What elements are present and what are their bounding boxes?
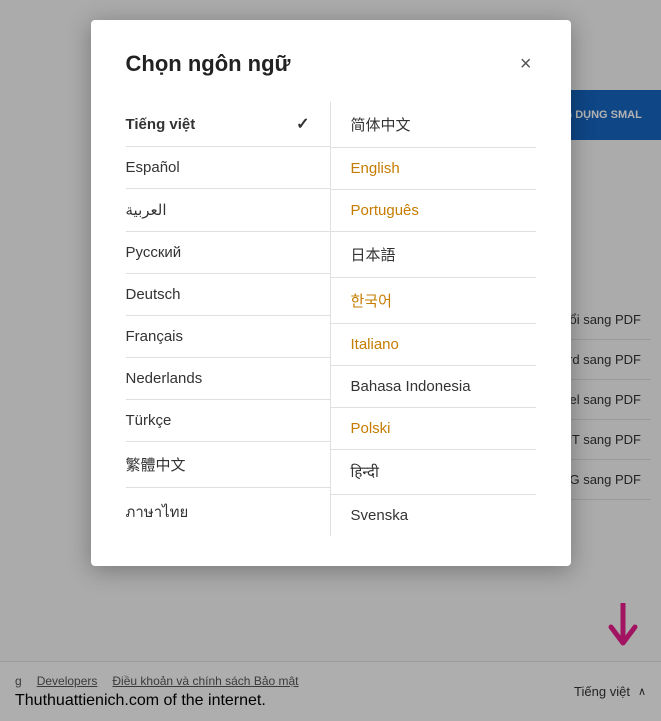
lang-label-deutsch: Deutsch [126, 286, 181, 303]
lang-simplified-chinese[interactable]: 简体中文 [331, 102, 536, 148]
lang-italiano[interactable]: Italiano [331, 324, 536, 366]
lang-label-nederlands: Nederlands [126, 370, 203, 387]
lang-label-korean: 한국어 [351, 290, 392, 311]
modal-title: Chọn ngôn ngữ [126, 51, 291, 77]
lang-label-francais: Français [126, 328, 184, 345]
right-column: 简体中文 English Português 日本語 한국어 Italiano … [331, 102, 536, 536]
check-icon: ✓ [296, 114, 309, 134]
lang-traditional-chinese[interactable]: 繁體中文 [126, 442, 331, 488]
lang-nederlands[interactable]: Nederlands [126, 358, 331, 400]
lang-label-japanese: 日本語 [351, 244, 396, 265]
lang-label-hindi: हिन्दी [351, 462, 379, 482]
lang-label-simplified-chinese: 简体中文 [351, 114, 411, 135]
lang-label-arabic: العربية [126, 201, 167, 219]
lang-japanese[interactable]: 日本語 [331, 232, 536, 278]
lang-svenska[interactable]: Svenska [331, 495, 536, 536]
lang-label-bahasa-indonesia: Bahasa Indonesia [351, 378, 471, 395]
lang-label-polski: Polski [351, 420, 391, 437]
lang-russian[interactable]: Русский [126, 232, 331, 274]
close-button[interactable]: × [516, 50, 536, 78]
lang-label-turkce: Türkçe [126, 412, 172, 429]
lang-arabic[interactable]: العربية [126, 189, 331, 232]
left-column: Tiếng việt ✓ Español العربية Русский Deu… [126, 102, 331, 536]
lang-hindi[interactable]: हिन्दी [331, 450, 536, 495]
lang-polski[interactable]: Polski [331, 408, 536, 450]
lang-label-thai: ภาษาไทย [126, 500, 189, 524]
lang-espanol[interactable]: Español [126, 147, 331, 189]
lang-bahasa-indonesia[interactable]: Bahasa Indonesia [331, 366, 536, 408]
lang-tieng-viet[interactable]: Tiếng việt ✓ [126, 102, 331, 147]
lang-deutsch[interactable]: Deutsch [126, 274, 331, 316]
lang-korean[interactable]: 한국어 [331, 278, 536, 324]
lang-label-italiano: Italiano [351, 336, 399, 353]
lang-label-svenska: Svenska [351, 507, 409, 524]
lang-portuguese[interactable]: Português [331, 190, 536, 232]
lang-label-russian: Русский [126, 244, 182, 261]
language-modal: Chọn ngôn ngữ × Tiếng việt ✓ Español الع… [91, 20, 571, 566]
lang-turkce[interactable]: Türkçe [126, 400, 331, 442]
lang-english[interactable]: English [331, 148, 536, 190]
lang-label-traditional-chinese: 繁體中文 [126, 454, 186, 475]
lang-label-tieng-viet: Tiếng việt [126, 116, 196, 133]
lang-thai[interactable]: ภาษาไทย [126, 488, 331, 536]
lang-label-espanol: Español [126, 159, 180, 176]
lang-francais[interactable]: Français [126, 316, 331, 358]
modal-header: Chọn ngôn ngữ × [126, 50, 536, 78]
lang-label-portuguese: Português [351, 202, 419, 219]
language-grid: Tiếng việt ✓ Español العربية Русский Deu… [126, 102, 536, 536]
lang-label-english: English [351, 160, 400, 177]
